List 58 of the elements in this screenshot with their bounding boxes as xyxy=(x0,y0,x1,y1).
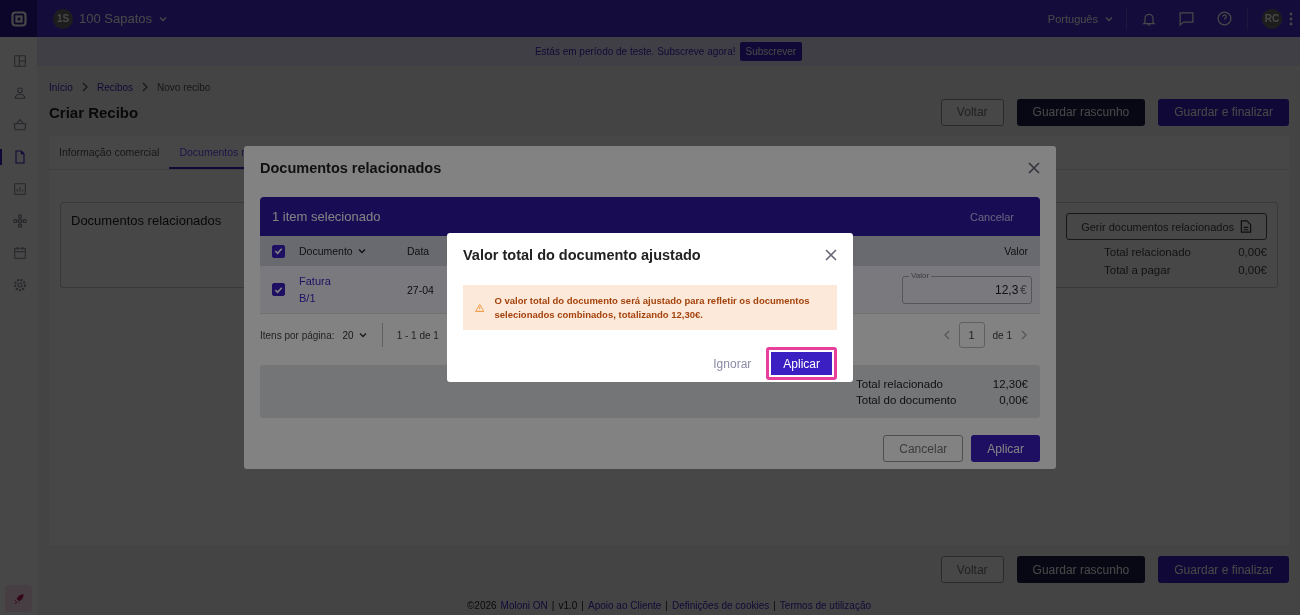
summary-value: 0,00€ xyxy=(999,392,1028,408)
separator: | xyxy=(551,600,555,611)
separator: | xyxy=(665,600,668,611)
footer-link[interactable]: Moloni ON xyxy=(500,600,548,611)
more-icon[interactable] xyxy=(1289,11,1293,26)
app-logo-icon[interactable] xyxy=(10,10,27,27)
dialog-button[interactable]: Aplicar xyxy=(971,435,1040,462)
panel-title: Documentos relacionados xyxy=(71,213,222,228)
next-page-icon[interactable] xyxy=(1020,330,1028,340)
layout-icon xyxy=(11,53,28,69)
dialog-title: Documentos relacionados xyxy=(260,160,442,176)
checkbox[interactable] xyxy=(272,244,285,258)
basket-icon xyxy=(11,117,28,133)
close-icon[interactable] xyxy=(825,249,837,261)
hierarchy-icon xyxy=(11,213,28,229)
per-page-label: Itens por página: xyxy=(260,329,335,341)
footer-text: ©2026 xyxy=(466,600,497,611)
chevron-right-icon xyxy=(80,82,89,92)
previous-page-icon[interactable] xyxy=(942,330,951,340)
column-header[interactable]: Documento xyxy=(299,245,367,257)
close-icon[interactable] xyxy=(1028,162,1040,174)
column-header: Valor xyxy=(1004,245,1028,257)
dialog-button[interactable]: Aplicar xyxy=(766,347,837,380)
summary-label: Total relacionado xyxy=(856,376,943,392)
footer-text: v1.0 xyxy=(558,600,578,611)
selection-count: 1 item selecionado xyxy=(272,209,381,224)
column-header: Data xyxy=(407,245,430,257)
table-cell: 27-04 xyxy=(407,283,434,296)
help-icon[interactable] xyxy=(1216,10,1233,27)
action-button[interactable]: Guardar rascunho xyxy=(1016,556,1146,583)
alert-message: O valor total do documento será ajustado para refletir os documentos selecionados combinados, totalizando 12,30€. xyxy=(494,293,811,322)
page-count: de 1 xyxy=(992,329,1012,341)
summary-value: 12,30€ xyxy=(992,376,1028,392)
chevron-down-icon xyxy=(357,330,368,340)
page-input[interactable]: 1 xyxy=(958,322,985,348)
checkbox[interactable] xyxy=(272,283,285,296)
cancel-selection-link[interactable]: Cancelar xyxy=(955,210,1028,223)
footer-link[interactable]: Apoio ao Cliente xyxy=(587,600,662,611)
calendar-icon xyxy=(11,245,28,261)
separator: | xyxy=(581,600,584,611)
dialog-title: Valor total do documento ajustado xyxy=(463,247,701,263)
dialog-button[interactable]: Ignorar xyxy=(708,350,757,377)
rocket-button[interactable] xyxy=(5,585,32,612)
dialog-button[interactable]: Cancelar xyxy=(883,435,964,462)
action-button[interactable]: Guardar rascunho xyxy=(1016,98,1146,126)
page-range: 1 - 1 de 1 xyxy=(396,329,439,341)
breadcrumb-link[interactable]: Recibos xyxy=(96,81,134,93)
page-title: Criar Recibo xyxy=(49,103,140,121)
sort-icon xyxy=(356,246,367,256)
per-page-select[interactable]: 20 xyxy=(342,329,368,341)
chat-icon[interactable] xyxy=(1178,10,1195,27)
chart-icon xyxy=(11,181,28,197)
document-link[interactable]: Fatura B/1 xyxy=(299,272,339,307)
summary-label: Total do documento xyxy=(856,392,957,408)
settings-icon xyxy=(11,277,28,293)
chevron-right-icon xyxy=(141,82,150,92)
document-icon xyxy=(1240,220,1252,233)
separator: | xyxy=(773,600,776,611)
